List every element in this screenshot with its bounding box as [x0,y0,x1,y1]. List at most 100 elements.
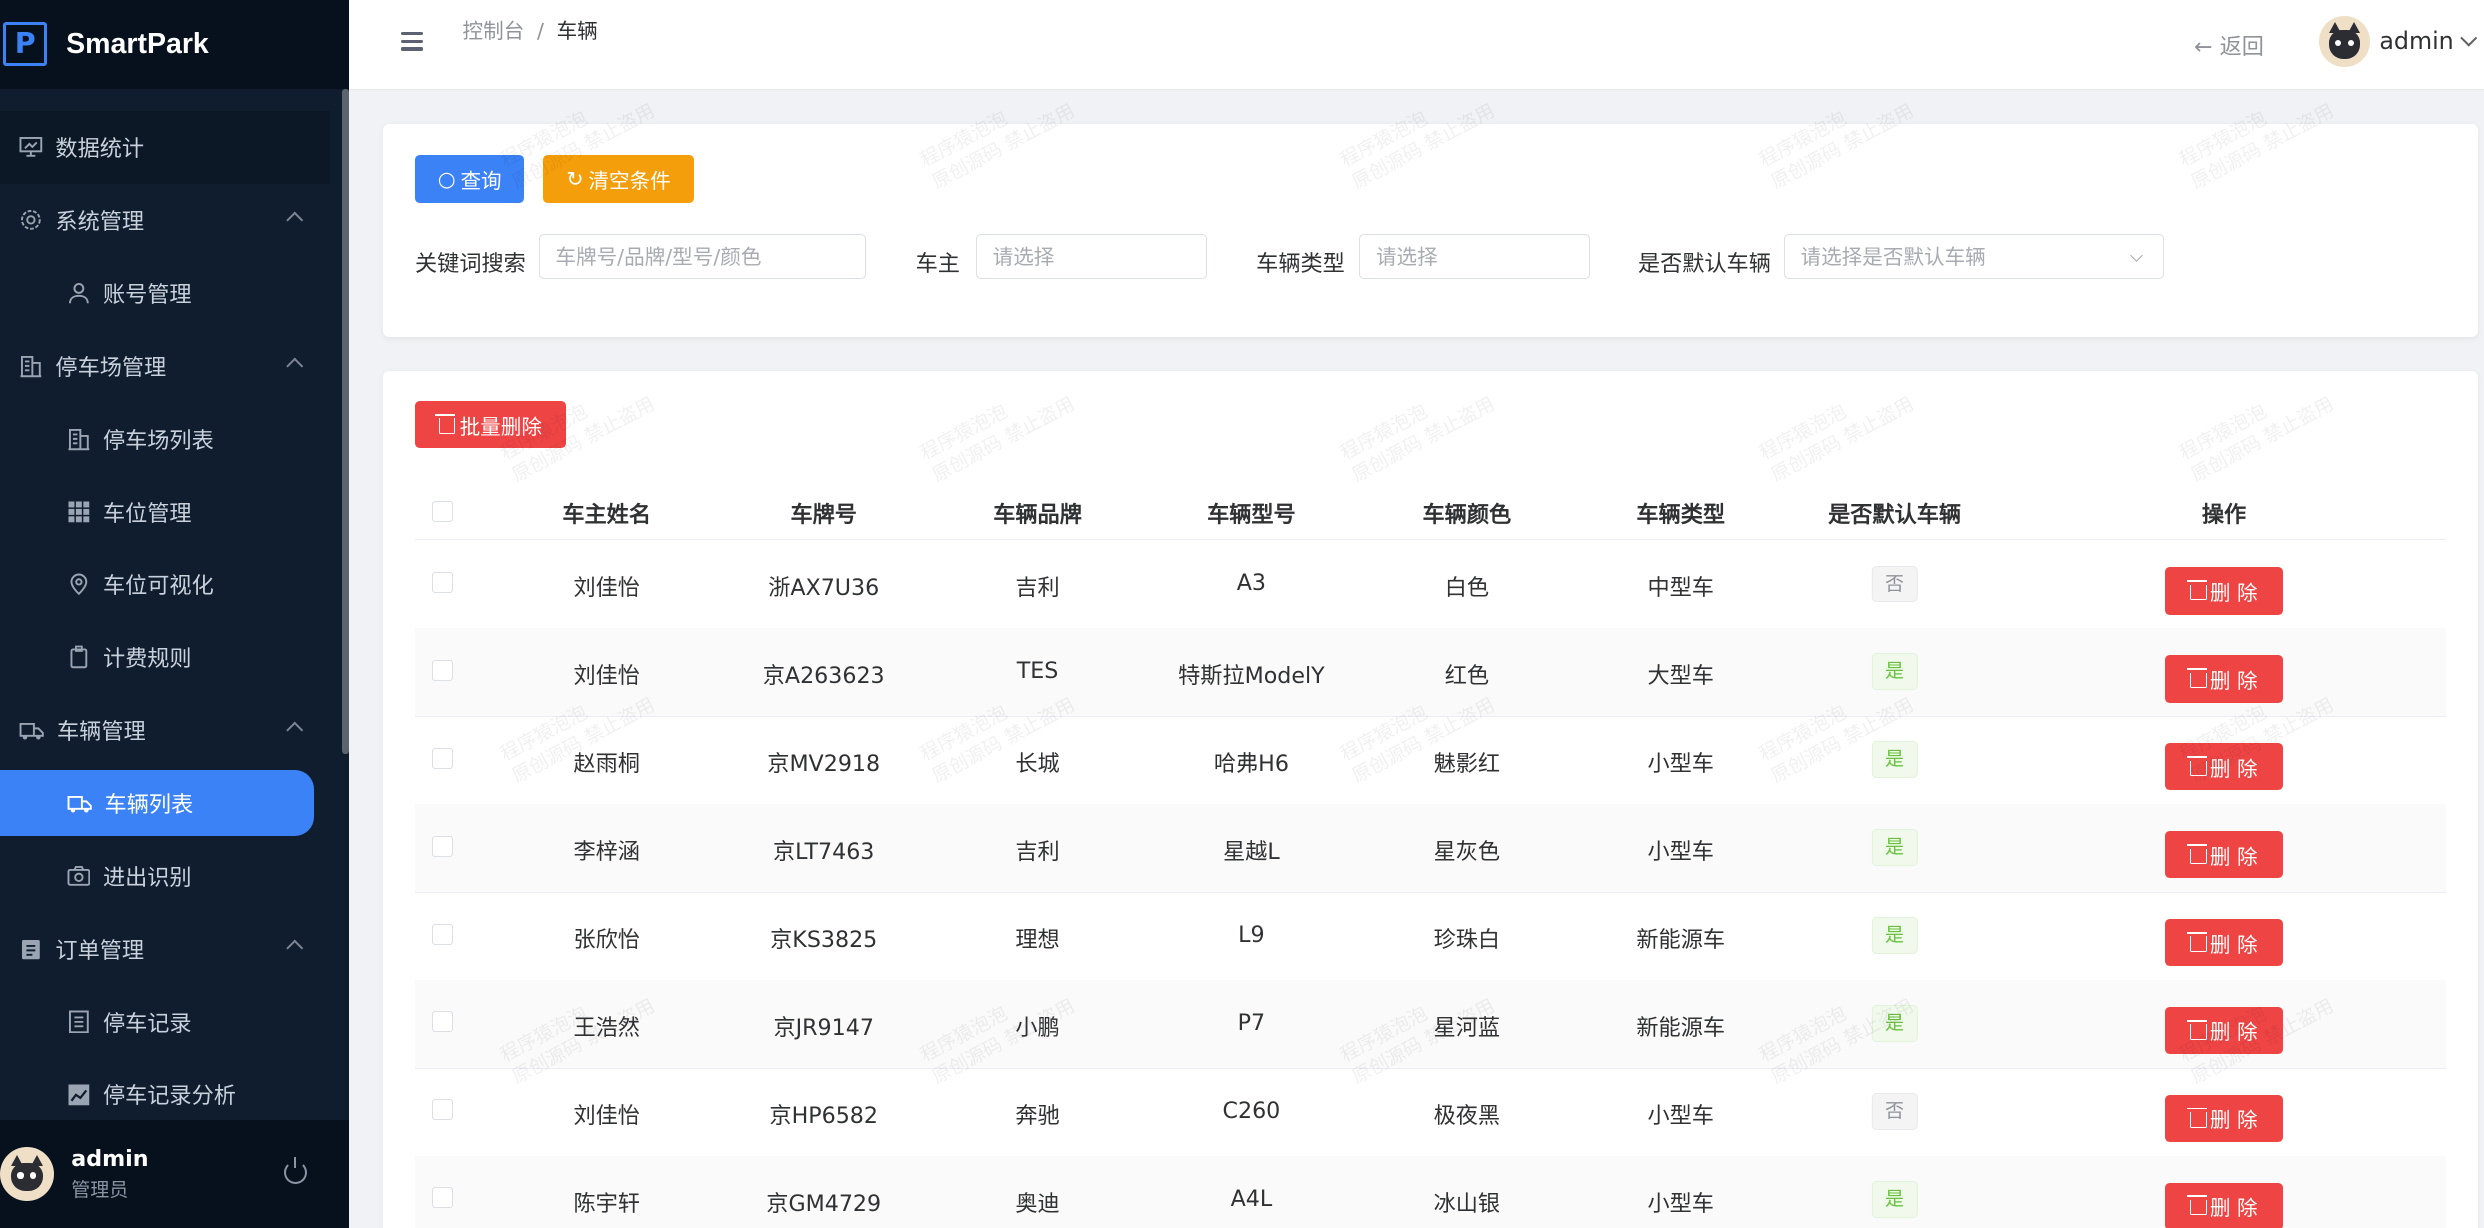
delete-button[interactable]: 删 除 [2165,742,2283,791]
sidebar-item[interactable]: 停车场管理 [0,329,336,402]
menu-toggle-icon[interactable] [400,31,423,56]
cell-type: 小型车 [1647,1102,1714,1129]
trash-icon [2186,1195,2208,1216]
sidebar-item[interactable]: 停车场列表 [0,402,336,475]
delete-button[interactable]: 删 除 [2165,918,2283,967]
delete-label: 删 除 [2209,932,2258,957]
vehicle-type-select[interactable]: 请选择 [1359,234,1591,279]
cell-color: 魅影红 [1433,751,1501,778]
row-checkbox[interactable] [432,1187,454,1209]
cell-type: 大型车 [1647,663,1714,690]
sidebar-item-label: 进出识别 [102,864,192,891]
table-row[interactable]: 刘佳怡 浙AX7U36 吉利 A3 白色 中型车 否 删 除 [415,540,2446,630]
clear-conditions-button[interactable]: ↻ 清空条件 [543,155,694,203]
sidebar-item[interactable]: 停车记录 [0,985,336,1058]
sidebar-item[interactable]: 计费规则 [0,621,336,694]
breadcrumb-current: 车辆 [556,19,598,44]
brand[interactable]: P SmartPark [0,0,349,89]
chevron-down-icon[interactable] [2460,29,2478,46]
column-header: 是否默认车辆 [1828,502,1962,529]
sidebar-item[interactable]: 车辆列表 [0,769,314,837]
camera-icon [67,864,91,888]
cell-color: 星河蓝 [1433,1014,1501,1041]
default-vehicle-select[interactable]: 请选择是否默认车辆 [1783,234,2164,279]
cell-owner: 刘佳怡 [573,575,640,602]
power-icon[interactable] [284,1156,308,1185]
chevron-up-icon [287,211,304,228]
sidebar-item-label: 车辆列表 [104,792,194,819]
owner-select[interactable]: 请选择 [975,234,1208,279]
cell-brand: 吉利 [1015,575,1060,602]
sidebar-menu: 数据统计 系统管理账号管理停车场管理停车场列表车位管理 车位可视化 计费规则车辆管理车… [0,110,336,1131]
table-row[interactable]: 王浩然 京JR9147 小鹏 P7 星河蓝 新能源车 是 删 除 [415,979,2446,1069]
back-link[interactable]: ← 返回 [2194,29,2264,61]
table-row[interactable]: 刘佳怡 京HP6582 奔驰 C260 极夜黑 小型车 否 删 除 [415,1068,2446,1157]
cell-model: A3 [1236,570,1267,597]
delete-label: 删 除 [2209,756,2258,781]
default-status-badge: 是 [1871,653,1918,691]
table-row[interactable]: 陈宇轩 京GM4729 奥迪 A4L 冰山银 小型车 是 删 除 [415,1155,2446,1228]
row-checkbox[interactable] [432,747,454,769]
breadcrumb-home[interactable]: 控制台 [463,19,525,43]
sidebar-user-panel: admin 管理员 [0,1119,349,1228]
batch-delete-button[interactable]: 批量删除 [415,400,566,449]
sidebar-item[interactable]: 订单管理 [0,912,336,985]
trash-icon [2186,756,2208,776]
search-icon: ○ [437,166,456,191]
delete-button[interactable]: 删 除 [2165,1094,2283,1143]
row-checkbox[interactable] [432,835,454,857]
grid-icon [67,500,91,524]
cell-owner: 陈宇轩 [573,1190,640,1217]
table-row[interactable]: 赵雨桐 京MV2918 长城 哈弗H6 魅影红 小型车 是 删 除 [415,716,2446,805]
sidebar-scrollbar[interactable] [342,88,349,755]
sidebar-item[interactable]: 车位管理 [0,475,336,548]
cell-model: P7 [1237,1009,1266,1036]
sidebar-item[interactable]: 数据统计 [0,110,330,184]
table-row[interactable]: 张欣怡 京KS3825 理想 L9 珍珠白 新能源车 是 删 除 [415,892,2446,981]
sidebar-item[interactable]: 车辆管理 [0,694,336,767]
sidebar-item[interactable]: 车位可视化 [0,548,336,621]
keyword-search-input[interactable]: 车牌号/品牌/型号/颜色 [538,234,867,279]
row-checkbox[interactable] [432,659,454,681]
sidebar-item[interactable]: 进出识别 [0,839,336,912]
avatar[interactable] [0,1146,54,1201]
row-checkbox[interactable] [432,571,454,593]
cell-plate: 京A263623 [762,663,885,690]
cell-model: C260 [1222,1097,1281,1124]
delete-button[interactable]: 删 除 [2165,567,2283,615]
cell-owner: 张欣怡 [573,926,640,953]
row-checkbox[interactable] [432,1099,454,1121]
delete-button[interactable]: 删 除 [2165,1006,2283,1055]
table-header: 车主姓名 车牌号 车辆品牌 车辆型号 车辆颜色 车辆类型 是否默认车辆 操作 [415,485,2446,540]
delete-button[interactable]: 删 除 [2165,1182,2283,1228]
cell-model: 特斯拉ModelY [1178,663,1325,690]
cell-owner: 刘佳怡 [573,1102,640,1129]
select-all-checkbox[interactable] [432,500,454,522]
table-row[interactable]: 刘佳怡 京A263623 TES 特斯拉ModelY 红色 大型车 是 删 除 [415,628,2446,717]
header-avatar[interactable] [2319,15,2370,67]
sidebar-item[interactable]: 系统管理 [0,184,336,257]
sidebar-item-label: 停车场列表 [102,427,214,454]
column-header: 车主姓名 [562,502,651,529]
cell-brand: 理想 [1015,926,1060,953]
cell-owner: 刘佳怡 [573,663,640,690]
cell-type: 小型车 [1647,751,1714,778]
sidebar-item-label: 停车记录 [102,1010,192,1037]
column-header: 车牌号 [790,502,857,529]
trash-icon [2186,843,2208,864]
sidebar-item[interactable]: 账号管理 [0,257,336,330]
sidebar-item-label: 账号管理 [102,282,192,309]
table-row[interactable]: 李梓涵 京LT7463 吉利 星越L 星灰色 小型车 是 删 除 [415,803,2446,893]
chevron-up-icon [287,357,304,374]
building-icon [67,427,91,451]
row-checkbox[interactable] [432,923,454,945]
row-checkbox[interactable] [432,1011,454,1033]
sidebar-item-label: 车辆管理 [57,719,146,746]
delete-button[interactable]: 删 除 [2165,830,2283,879]
delete-label: 删 除 [2209,1020,2258,1045]
document-icon [67,1010,91,1034]
default-status-badge: 否 [1871,565,1918,603]
header-user-name[interactable]: admin [2379,27,2453,55]
delete-button[interactable]: 删 除 [2165,655,2283,703]
search-button[interactable]: ○ 查询 [415,155,525,203]
